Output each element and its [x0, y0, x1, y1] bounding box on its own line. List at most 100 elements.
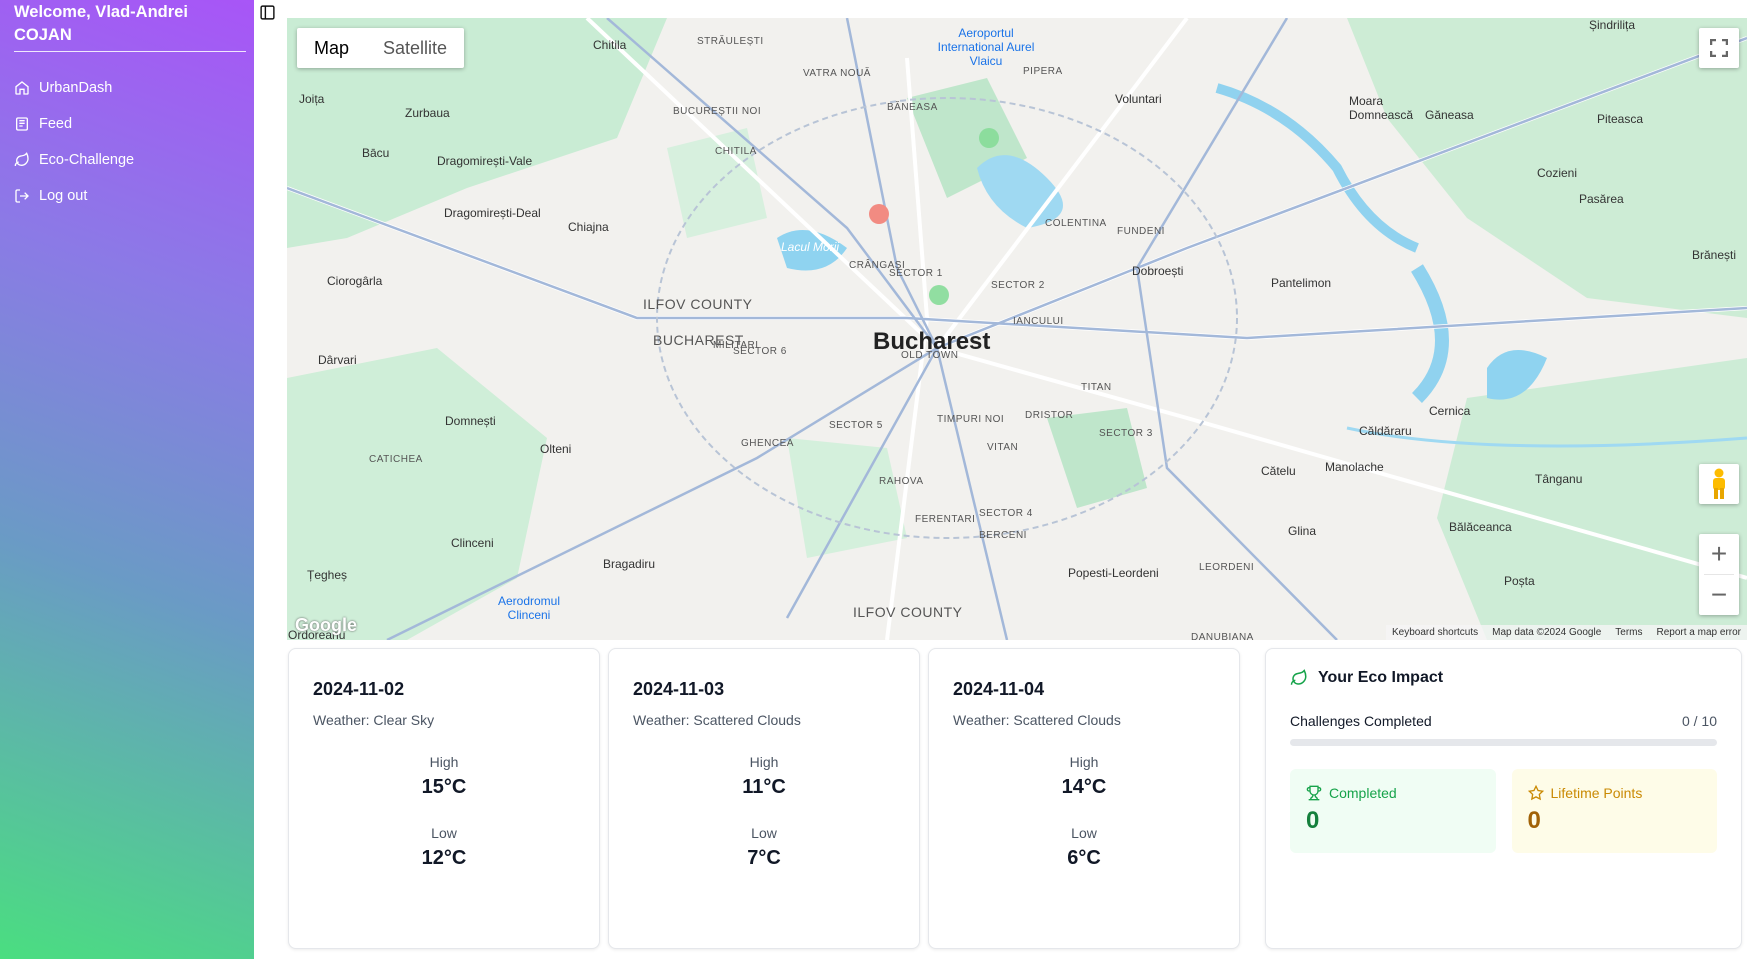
map-label: Olteni	[540, 442, 572, 456]
challenges-progress-bar	[1290, 739, 1717, 746]
fullscreen-icon	[1710, 39, 1728, 57]
map-label: Moara Domnească	[1349, 94, 1414, 122]
map-label-airport: Aeroportul International Aurel Vlaicu	[937, 26, 1035, 68]
completed-label: Completed	[1329, 785, 1397, 801]
map-label: Cozieni	[1537, 166, 1578, 180]
map-label-district: COLENTINA	[1045, 218, 1107, 229]
points-value: 0	[1527, 807, 1541, 834]
sidebar-nav: UrbanDash Feed Eco-Challenge Log out	[14, 70, 134, 214]
weather-date: 2024-11-02	[313, 679, 405, 699]
map-label-district: SECTOR 2	[991, 280, 1045, 291]
map-label: Bălăceanca	[1449, 520, 1512, 534]
map-label-district: STRĂULEȘTI	[697, 36, 764, 47]
weather-card: 2024-11-03 Weather: Scattered Clouds Hig…	[608, 648, 920, 949]
challenges-count: 0 / 10	[1681, 713, 1717, 729]
map-label: Găneasa	[1425, 108, 1474, 122]
points-label: Lifetime Points	[1550, 785, 1643, 801]
map-footer: Keyboard shortcuts Map data ©2024 Google…	[1385, 625, 1747, 640]
map-label: Dobroești	[1132, 264, 1184, 278]
map-label: Brănești	[1692, 248, 1737, 262]
low-label: Low	[751, 825, 777, 841]
high-temp: 14°C	[1061, 776, 1107, 798]
map[interactable]: Bucharest Chitila Voluntari Chiajna Zurb…	[287, 18, 1747, 640]
map-label-district: GHENCEA	[741, 438, 794, 449]
sidebar-item-label: Log out	[39, 188, 88, 204]
map-label: Joița	[299, 92, 325, 106]
map-type-map-button[interactable]: Map	[297, 28, 366, 68]
map-label: Manolache	[1325, 460, 1384, 474]
map-label-district: FUNDENI	[1117, 226, 1165, 237]
challenges-row: Challenges Completed 0 / 10	[1290, 713, 1717, 729]
weather-date: 2024-11-03	[633, 679, 725, 699]
challenges-label: Challenges Completed	[1290, 713, 1432, 729]
map-label-district: BUCUREȘTII NOI	[673, 106, 762, 117]
map-label-district: LEORDENI	[1199, 562, 1255, 573]
map-label: Dragomirești-Deal	[444, 206, 541, 220]
sidebar-item-eco-challenge[interactable]: Eco-Challenge	[14, 142, 134, 178]
high-temp: 11°C	[742, 776, 786, 798]
sidebar-item-feed[interactable]: Feed	[14, 106, 134, 142]
zoom-control: + −	[1699, 534, 1739, 615]
leaf-icon	[14, 152, 29, 167]
map-label-district: DRISTOR	[1025, 410, 1074, 421]
map-label: Cătelu	[1261, 464, 1296, 478]
google-logo: Google	[295, 615, 357, 635]
map-label: Chitila	[593, 38, 627, 52]
map-label-district: PIPERA	[1023, 66, 1063, 77]
map-label-county: ILFOV COUNTY	[853, 604, 963, 620]
weather-card: 2024-11-04 Weather: Scattered Clouds Hig…	[928, 648, 1240, 949]
map-label-district: TITAN	[1081, 382, 1112, 393]
map-label-district: CATICHEA	[369, 454, 423, 465]
report-error-link[interactable]: Report a map error	[1657, 627, 1741, 638]
map-label: Bācu	[362, 146, 390, 160]
low-temp: 7°C	[747, 847, 781, 869]
map-label-district: MILITARI	[713, 340, 759, 351]
sidebar-toggle-icon[interactable]	[259, 4, 276, 21]
map-label-district: RAHOVA	[879, 476, 924, 487]
map-label-district: TIMPURI NOI	[937, 414, 1005, 425]
map-label: Bragadiru	[603, 557, 656, 571]
map-label: Dragomirești-Vale	[437, 154, 533, 168]
zoom-out-button[interactable]: −	[1699, 575, 1739, 615]
map-label-lake: Lacul Morii	[781, 240, 840, 254]
high-label: High	[749, 754, 779, 770]
eco-impact-title: Your Eco Impact	[1318, 669, 1444, 686]
star-icon	[1527, 785, 1544, 801]
sidebar-item-label: UrbanDash	[39, 80, 113, 96]
weather-condition: Weather: Scattered Clouds	[953, 712, 1121, 728]
map-background	[287, 18, 1747, 640]
street-view-pegman[interactable]	[1699, 464, 1739, 504]
low-label: Low	[431, 825, 457, 841]
map-label-district: BĂNEASA	[887, 102, 938, 113]
map-label: Chiajna	[568, 220, 609, 234]
map-label: Clinceni	[451, 536, 494, 550]
points-stat-label-row: Lifetime Points	[1527, 785, 1702, 801]
high-label: High	[429, 754, 459, 770]
map-label: Căldăraru	[1359, 424, 1412, 438]
logout-icon	[15, 189, 29, 203]
sidebar-item-urbandash[interactable]: UrbanDash	[14, 70, 134, 106]
keyboard-shortcuts-link[interactable]: Keyboard shortcuts	[1392, 627, 1478, 638]
eco-impact-header: Your Eco Impact	[1290, 669, 1717, 687]
weather-date: 2024-11-04	[953, 679, 1045, 699]
map-label: Voluntari	[1115, 92, 1162, 106]
map-label-district: BERCENI	[979, 530, 1027, 541]
low-label: Low	[1071, 825, 1097, 841]
sidebar-item-logout[interactable]: Log out	[14, 178, 134, 214]
high-temp: 15°C	[421, 776, 467, 798]
map-label: Tânganu	[1535, 472, 1583, 486]
map-data-attribution: Map data ©2024 Google	[1492, 627, 1602, 638]
map-type-satellite-button[interactable]: Satellite	[366, 28, 464, 68]
completed-stat: Completed 0	[1290, 769, 1496, 853]
leaf-icon	[1290, 669, 1307, 685]
map-label: Piteasca	[1597, 112, 1644, 126]
map-label-district: CRÂNGAȘI	[849, 260, 906, 271]
map-label-district: SECTOR 5	[829, 420, 883, 431]
terms-link[interactable]: Terms	[1615, 627, 1642, 638]
zoom-in-button[interactable]: +	[1699, 534, 1739, 574]
map-label-district: IANCULUI	[1013, 316, 1064, 327]
lifetime-points-stat: Lifetime Points 0	[1511, 769, 1717, 853]
low-temp: 6°C	[1067, 847, 1101, 869]
fullscreen-button[interactable]	[1699, 28, 1739, 68]
trophy-icon	[1306, 785, 1322, 801]
